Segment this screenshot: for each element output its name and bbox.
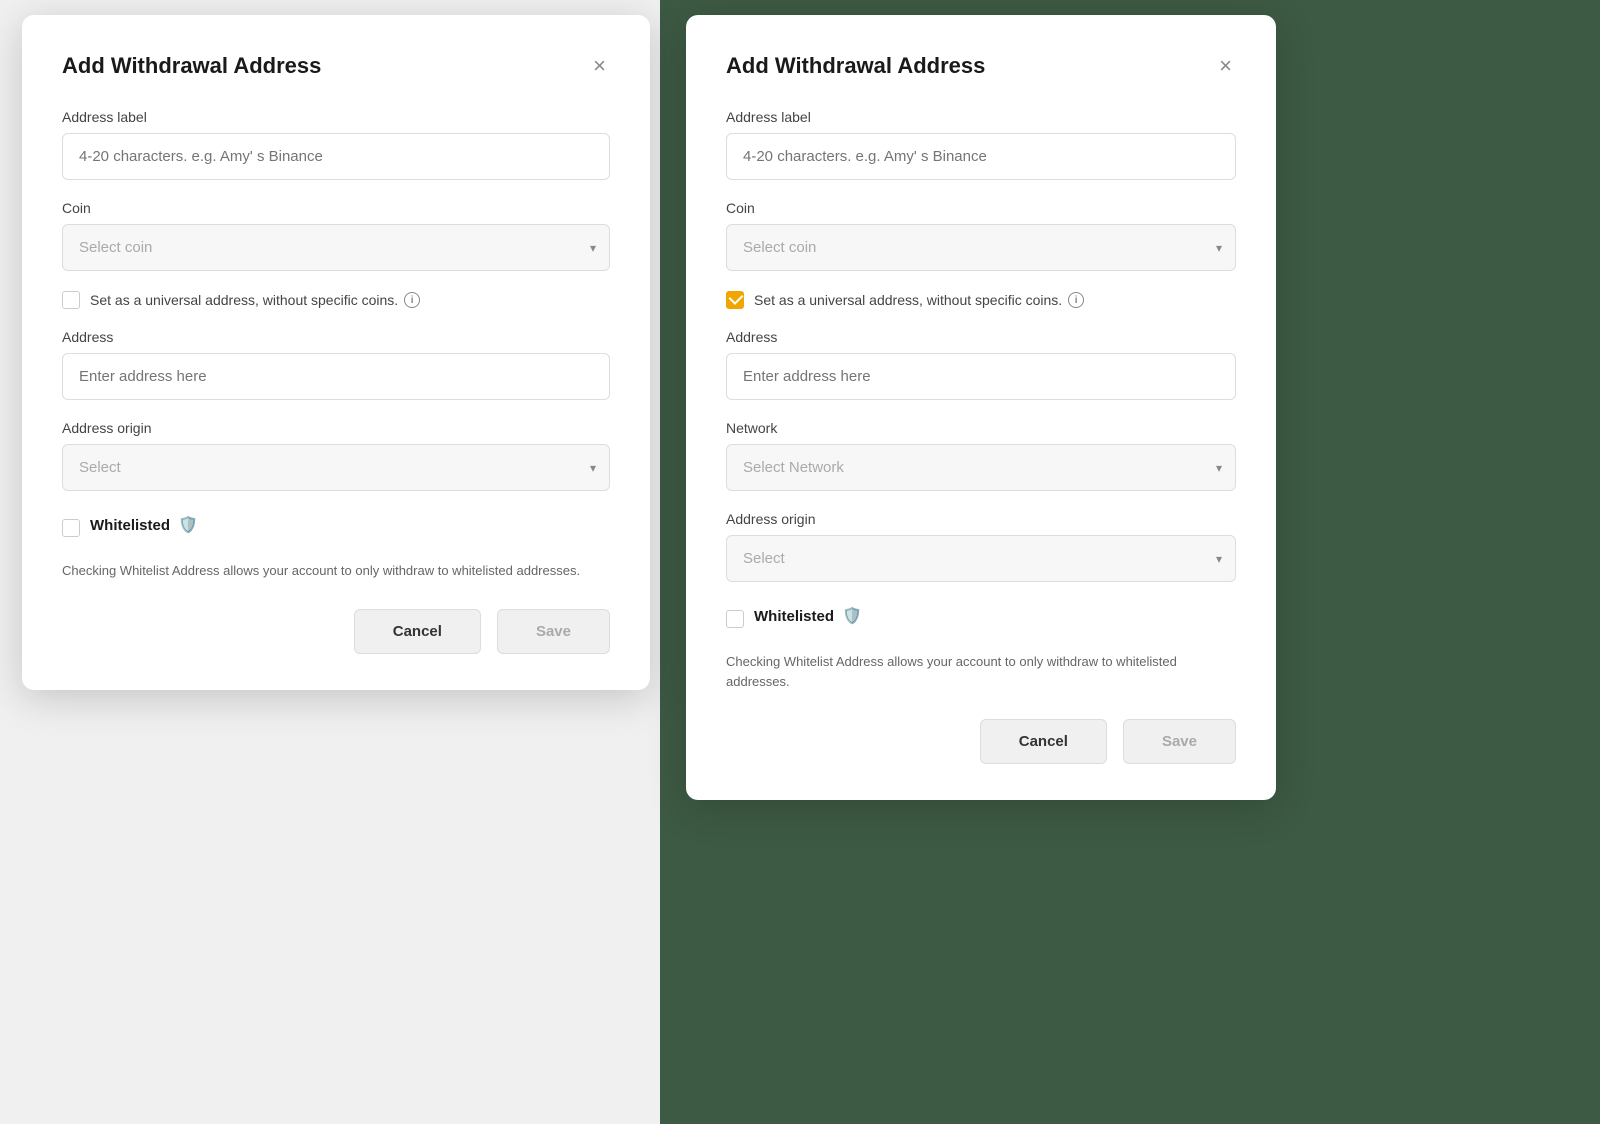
left-coin-select[interactable]: Select coin	[62, 224, 610, 271]
left-address-input[interactable]	[62, 353, 610, 400]
right-whitelisted-checkbox[interactable]	[726, 610, 744, 628]
right-coin-select-wrapper: Select coin ▾	[726, 224, 1236, 271]
left-shield-icon: 🛡️	[178, 515, 198, 535]
right-universal-checkbox[interactable]	[726, 291, 744, 309]
right-whitelisted-description: Checking Whitelist Address allows your a…	[726, 652, 1236, 691]
left-whitelisted-checkbox[interactable]	[62, 519, 80, 537]
right-universal-label: Set as a universal address, without spec…	[754, 292, 1084, 308]
left-address-label-label: Address label	[62, 109, 610, 125]
right-modal-title: Add Withdrawal Address	[726, 53, 985, 79]
right-address-group: Address	[726, 329, 1236, 400]
left-universal-checkbox[interactable]	[62, 291, 80, 309]
right-address-origin-label: Address origin	[726, 511, 1236, 527]
right-whitelisted-section: Whitelisted 🛡️ Checking Whitelist Addres…	[726, 606, 1236, 691]
left-modal-footer: Cancel Save	[62, 609, 610, 654]
right-modal: Add Withdrawal Address × Address label C…	[686, 15, 1276, 800]
left-whitelisted-label: Whitelisted 🛡️	[90, 515, 198, 535]
left-coin-group: Coin Select coin ▾	[62, 200, 610, 271]
right-modal-close-button[interactable]: ×	[1215, 51, 1236, 81]
left-address-origin-select[interactable]: Select	[62, 444, 610, 491]
left-modal-header: Add Withdrawal Address ×	[62, 51, 610, 81]
left-address-label-input[interactable]	[62, 133, 610, 180]
right-coin-group: Coin Select coin ▾	[726, 200, 1236, 271]
right-network-group: Network Select Network ▾	[726, 420, 1236, 491]
right-address-origin-select[interactable]: Select	[726, 535, 1236, 582]
left-whitelisted-row: Whitelisted 🛡️	[62, 515, 610, 541]
right-address-label-group: Address label	[726, 109, 1236, 180]
right-address-input[interactable]	[726, 353, 1236, 400]
left-save-button[interactable]: Save	[497, 609, 610, 654]
left-address-origin-label: Address origin	[62, 420, 610, 436]
right-address-label-input[interactable]	[726, 133, 1236, 180]
left-whitelisted-section: Whitelisted 🛡️ Checking Whitelist Addres…	[62, 515, 610, 581]
left-modal-title: Add Withdrawal Address	[62, 53, 321, 79]
right-address-origin-group: Address origin Select ▾	[726, 511, 1236, 582]
left-whitelisted-description: Checking Whitelist Address allows your a…	[62, 561, 610, 581]
right-address-label-label: Address label	[726, 109, 1236, 125]
right-whitelisted-row: Whitelisted 🛡️	[726, 606, 1236, 632]
right-network-label: Network	[726, 420, 1236, 436]
left-coin-select-wrapper: Select coin ▾	[62, 224, 610, 271]
left-cancel-button[interactable]: Cancel	[354, 609, 481, 654]
left-coin-label: Coin	[62, 200, 610, 216]
right-shield-icon: 🛡️	[842, 606, 862, 626]
right-coin-label: Coin	[726, 200, 1236, 216]
left-modal: Add Withdrawal Address × Address label C…	[22, 15, 650, 690]
left-modal-close-button[interactable]: ×	[589, 51, 610, 81]
left-address-origin-group: Address origin Select ▾	[62, 420, 610, 491]
right-network-select-wrapper: Select Network ▾	[726, 444, 1236, 491]
left-address-group: Address	[62, 329, 610, 400]
right-modal-footer: Cancel Save	[726, 719, 1236, 764]
right-address-origin-select-wrapper: Select ▾	[726, 535, 1236, 582]
right-save-button[interactable]: Save	[1123, 719, 1236, 764]
left-universal-info-icon[interactable]: i	[404, 292, 420, 308]
right-whitelisted-label: Whitelisted 🛡️	[754, 606, 862, 626]
right-modal-header: Add Withdrawal Address ×	[726, 51, 1236, 81]
right-universal-checkbox-row: Set as a universal address, without spec…	[726, 291, 1236, 309]
right-cancel-button[interactable]: Cancel	[980, 719, 1107, 764]
left-address-label: Address	[62, 329, 610, 345]
right-network-select[interactable]: Select Network	[726, 444, 1236, 491]
right-universal-info-icon[interactable]: i	[1068, 292, 1084, 308]
right-address-label: Address	[726, 329, 1236, 345]
left-universal-label: Set as a universal address, without spec…	[90, 292, 420, 308]
left-address-origin-select-wrapper: Select ▾	[62, 444, 610, 491]
right-coin-select[interactable]: Select coin	[726, 224, 1236, 271]
left-universal-checkbox-row: Set as a universal address, without spec…	[62, 291, 610, 309]
left-address-label-group: Address label	[62, 109, 610, 180]
